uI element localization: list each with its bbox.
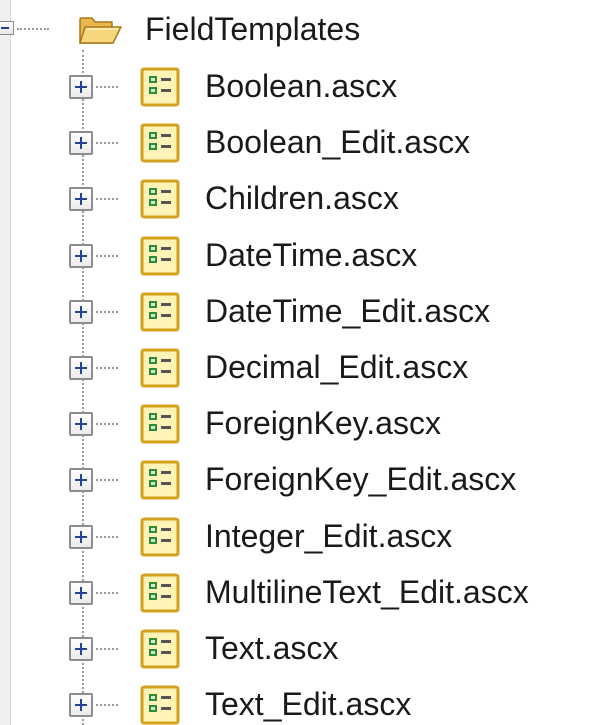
tree-item-label: ForeignKey.ascx [205, 405, 441, 442]
tree-item-label: Boolean.ascx [205, 68, 398, 104]
tree-connector [96, 86, 118, 88]
tree-item[interactable]: DateTime_Edit.ascx [0, 282, 590, 338]
tree-item-label: Boolean_Edit.ascx [205, 124, 471, 161]
user-control-icon [140, 67, 180, 107]
tree-item[interactable]: DateTime.ascx [0, 226, 590, 282]
expand-icon[interactable] [69, 131, 93, 156]
expand-icon[interactable] [69, 468, 93, 493]
tree-connector [96, 423, 118, 426]
tree-connector [96, 310, 118, 313]
tree-connector [96, 535, 118, 538]
user-control-icon [140, 292, 180, 332]
tree-connector [96, 367, 118, 369]
tree-connector [96, 198, 118, 201]
expand-icon[interactable] [69, 412, 93, 437]
expand-icon[interactable] [69, 580, 93, 605]
expand-icon[interactable] [69, 524, 93, 549]
expand-icon[interactable] [69, 637, 93, 661]
tree-item[interactable]: Decimal_Edit.ascx [0, 338, 590, 394]
user-control-icon [140, 685, 180, 725]
tree-connector [17, 28, 49, 30]
tree-item[interactable]: Text_Edit.ascx [0, 675, 590, 725]
user-control-icon [140, 573, 180, 613]
tree-connector [96, 704, 118, 707]
expand-icon[interactable] [69, 693, 93, 718]
tree-root-fieldtemplates[interactable]: FieldTemplates [0, 5, 590, 53]
expand-icon[interactable] [69, 75, 93, 99]
tree-connector [96, 591, 118, 594]
expand-icon[interactable] [69, 187, 93, 212]
tree-item[interactable]: Boolean.ascx [0, 57, 590, 113]
tree-item[interactable]: MultilineText_Edit.ascx [0, 563, 590, 619]
tree-item[interactable]: Integer_Edit.ascx [0, 507, 590, 563]
expand-icon[interactable] [69, 356, 93, 380]
tree-item[interactable]: Children.ascx [0, 169, 590, 225]
tree-item-label: MultilineText_Edit.ascx [205, 573, 529, 610]
user-control-icon [140, 404, 180, 444]
tree-item-label: DateTime_Edit.ascx [205, 292, 491, 329]
tree-item-label: DateTime.ascx [205, 236, 418, 273]
tree-connector [96, 142, 118, 145]
tree-item[interactable]: ForeignKey_Edit.ascx [0, 450, 590, 506]
folder-open-icon [78, 17, 122, 44]
tree-item-label: ForeignKey_Edit.ascx [205, 461, 517, 498]
tree-item-label: Decimal_Edit.ascx [205, 349, 469, 385]
solution-explorer-tree: FieldTemplates Boolean.ascx Boolean_Edit.… [0, 0, 590, 725]
tree-connector [96, 254, 118, 257]
collapse-icon[interactable] [0, 21, 14, 35]
tree-item-label: Text.ascx [205, 630, 339, 666]
tree-item-label: Integer_Edit.ascx [205, 517, 453, 554]
expand-icon[interactable] [69, 299, 93, 324]
tree-item[interactable]: Text.ascx [0, 619, 590, 675]
expand-icon[interactable] [69, 243, 93, 268]
user-control-icon [140, 348, 180, 388]
tree-item-label: Children.ascx [205, 180, 399, 217]
tree-item[interactable]: ForeignKey.ascx [0, 394, 590, 450]
user-control-icon [140, 460, 180, 500]
user-control-icon [140, 517, 180, 557]
tree-root-label: FieldTemplates [145, 11, 361, 47]
tree-connector [96, 648, 118, 650]
user-control-icon [140, 236, 180, 276]
user-control-icon [140, 123, 180, 163]
tree-item-label: Text_Edit.ascx [205, 686, 412, 723]
tree-connector [96, 479, 118, 482]
tree-item[interactable]: Boolean_Edit.ascx [0, 113, 590, 169]
user-control-icon [140, 179, 180, 219]
user-control-icon [140, 629, 180, 669]
